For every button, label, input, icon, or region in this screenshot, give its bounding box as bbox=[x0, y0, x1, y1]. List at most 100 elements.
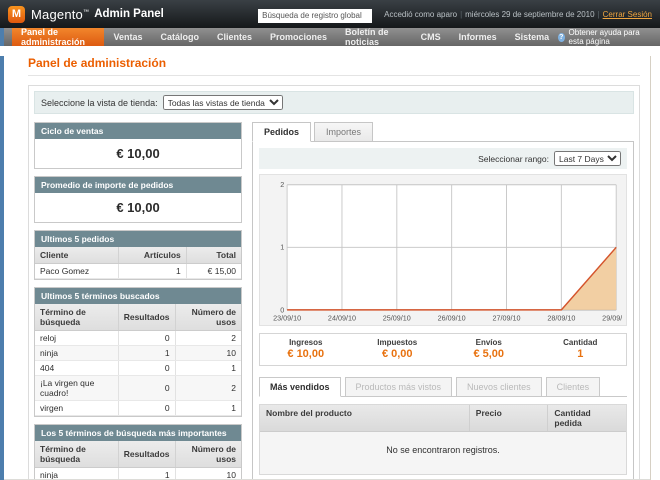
nav-item[interactable]: Boletín de noticias bbox=[336, 28, 412, 46]
table-row: 40401 bbox=[35, 361, 241, 376]
table-header-row: Término de búsquedaResultadosNúmero de u… bbox=[35, 441, 241, 468]
table-cell: reloj bbox=[35, 331, 118, 346]
total-label: Impuestos bbox=[352, 338, 444, 347]
table-cell: 1 bbox=[118, 346, 175, 361]
svg-text:28/09/10: 28/09/10 bbox=[547, 313, 575, 322]
products-grid: Nombre del productoPrecioCantidad pedida… bbox=[259, 404, 627, 475]
lifetime-sales-value: € 10,00 bbox=[35, 139, 241, 168]
left-column: Ciclo de ventas € 10,00 Promedio de impo… bbox=[34, 122, 242, 480]
nav-item[interactable]: CMS bbox=[412, 28, 450, 46]
table-cell: 1 bbox=[175, 401, 241, 416]
table-header-row: ClienteArtículosTotal bbox=[35, 247, 241, 264]
total-label: Envíos bbox=[443, 338, 535, 347]
svg-text:25/09/10: 25/09/10 bbox=[383, 313, 411, 322]
tab-importes[interactable]: Importes bbox=[314, 122, 373, 142]
svg-text:2: 2 bbox=[280, 180, 284, 189]
table-cell: 0 bbox=[118, 361, 175, 376]
total-label: Cantidad bbox=[535, 338, 627, 347]
range-select[interactable]: Last 7 Days bbox=[554, 151, 621, 166]
table-cell: 1 bbox=[175, 361, 241, 376]
magento-logo-icon[interactable]: M bbox=[8, 6, 25, 23]
totals-row: Ingresos€ 10,00Impuestos€ 0,00Envíos€ 5,… bbox=[259, 333, 627, 366]
average-orders-value: € 10,00 bbox=[35, 193, 241, 222]
nav-item[interactable]: Promociones bbox=[261, 28, 336, 46]
total-cantidad: Cantidad1 bbox=[535, 334, 627, 365]
column-header: Número de usos bbox=[175, 304, 241, 331]
total-value: 1 bbox=[535, 348, 627, 360]
total-ingresos: Ingresos€ 10,00 bbox=[260, 334, 352, 365]
column-header: Número de usos bbox=[175, 441, 241, 468]
table-cell: 404 bbox=[35, 361, 118, 376]
grid-column-header: Nombre del producto bbox=[260, 405, 469, 431]
tab-pedidos[interactable]: Pedidos bbox=[252, 122, 311, 142]
grid-column-header: Cantidad pedida bbox=[547, 405, 626, 431]
page-title: Panel de administración bbox=[28, 56, 640, 70]
table-cell: 2 bbox=[175, 331, 241, 346]
table-cell: 0 bbox=[118, 331, 175, 346]
svg-text:29/09/10: 29/09/10 bbox=[602, 313, 622, 322]
card-title: Ultimos 5 términos buscados bbox=[35, 288, 241, 304]
store-view-select[interactable]: Todas las vistas de tienda bbox=[163, 95, 283, 110]
last-search-terms-card: Ultimos 5 términos buscados Término de b… bbox=[34, 287, 242, 417]
brand-name: Magento™ bbox=[31, 7, 89, 22]
nav-item[interactable]: Sistema bbox=[506, 28, 559, 46]
store-view-label: Seleccione la vista de tienda: bbox=[41, 98, 158, 108]
last-search-terms-table: Término de búsquedaResultadosNúmero de u… bbox=[35, 304, 241, 416]
page-help-link[interactable]: ? Obtener ayuda para esta página bbox=[558, 28, 660, 46]
top-header: M Magento™ Admin Panel Accedió como apar… bbox=[0, 0, 660, 28]
global-search-input[interactable] bbox=[258, 9, 372, 23]
total-value: € 0,00 bbox=[352, 348, 444, 360]
table-row: virgen01 bbox=[35, 401, 241, 416]
svg-text:26/09/10: 26/09/10 bbox=[438, 313, 466, 322]
app-title: Admin Panel bbox=[94, 8, 164, 20]
separator: | bbox=[598, 10, 600, 19]
logout-link[interactable]: Cerrar Sesión bbox=[603, 10, 652, 19]
average-orders-card: Promedio de importe de pedidos € 10,00 bbox=[34, 176, 242, 223]
table-cell: virgen bbox=[35, 401, 118, 416]
card-title: Ciclo de ventas bbox=[35, 123, 241, 139]
grid-header: Nombre del productoPrecioCantidad pedida bbox=[260, 405, 626, 432]
card-title: Promedio de importe de pedidos bbox=[35, 177, 241, 193]
chart-area: 01223/09/1024/09/1025/09/1026/09/1027/09… bbox=[259, 174, 627, 326]
current-date: miércoles 29 de septiembre de 2010 bbox=[465, 10, 594, 19]
tab-clientes[interactable]: Clientes bbox=[546, 377, 601, 397]
last-orders-table: ClienteArtículosTotal Paco Gomez1€ 15,00 bbox=[35, 247, 241, 279]
table-cell: 10 bbox=[175, 346, 241, 361]
nav-item[interactable]: Informes bbox=[450, 28, 506, 46]
session-info: Accedió como aparo|miércoles 29 de septi… bbox=[384, 10, 652, 19]
svg-text:24/09/10: 24/09/10 bbox=[328, 313, 356, 322]
table-cell: ¡La virgen que cuadro! bbox=[35, 376, 118, 401]
help-label: Obtener ayuda para esta página bbox=[569, 28, 650, 46]
top-search-terms-card: Los 5 términos de búsqueda más important… bbox=[34, 424, 242, 480]
global-search bbox=[258, 5, 372, 23]
table-cell: 1 bbox=[119, 264, 186, 279]
svg-text:27/09/10: 27/09/10 bbox=[492, 313, 520, 322]
tab-productos-m-s-vistos[interactable]: Productos más vistos bbox=[345, 377, 453, 397]
table-row: reloj02 bbox=[35, 331, 241, 346]
nav-item[interactable]: Clientes bbox=[208, 28, 261, 46]
nav-item[interactable]: Panel de administración bbox=[12, 28, 104, 46]
tab-nuevos-clientes[interactable]: Nuevos clientes bbox=[456, 377, 542, 397]
chart-tabs: PedidosImportes bbox=[252, 122, 634, 142]
table-cell: ninja bbox=[35, 346, 118, 361]
last-orders-card: Ultimos 5 pedidos ClienteArtículosTotal … bbox=[34, 230, 242, 280]
total-value: € 10,00 bbox=[260, 348, 352, 360]
nav-item[interactable]: Ventas bbox=[104, 28, 151, 46]
chart-panel: Seleccionar rango: Last 7 Days 01223/09/… bbox=[252, 142, 634, 480]
title-divider bbox=[28, 75, 640, 76]
column-header: Término de búsqueda bbox=[35, 304, 118, 331]
total-env-os: Envíos€ 5,00 bbox=[443, 334, 535, 365]
top-search-terms-table: Término de búsquedaResultadosNúmero de u… bbox=[35, 441, 241, 480]
nav-item[interactable]: Catálogo bbox=[151, 28, 208, 46]
dashboard-columns: Ciclo de ventas € 10,00 Promedio de impo… bbox=[34, 122, 634, 480]
range-bar: Seleccionar rango: Last 7 Days bbox=[259, 148, 627, 169]
table-cell: Paco Gomez bbox=[35, 264, 119, 279]
tab-m-s-vendidos[interactable]: Más vendidos bbox=[259, 377, 341, 397]
total-label: Ingresos bbox=[260, 338, 352, 347]
svg-text:1: 1 bbox=[280, 243, 284, 252]
table-header-row: Término de búsquedaResultadosNúmero de u… bbox=[35, 304, 241, 331]
column-header: Término de búsqueda bbox=[35, 441, 118, 468]
bottom-tabs: Más vendidosProductos más vistosNuevos c… bbox=[259, 377, 627, 397]
total-impuestos: Impuestos€ 0,00 bbox=[352, 334, 444, 365]
table-row: ¡La virgen que cuadro!02 bbox=[35, 376, 241, 401]
